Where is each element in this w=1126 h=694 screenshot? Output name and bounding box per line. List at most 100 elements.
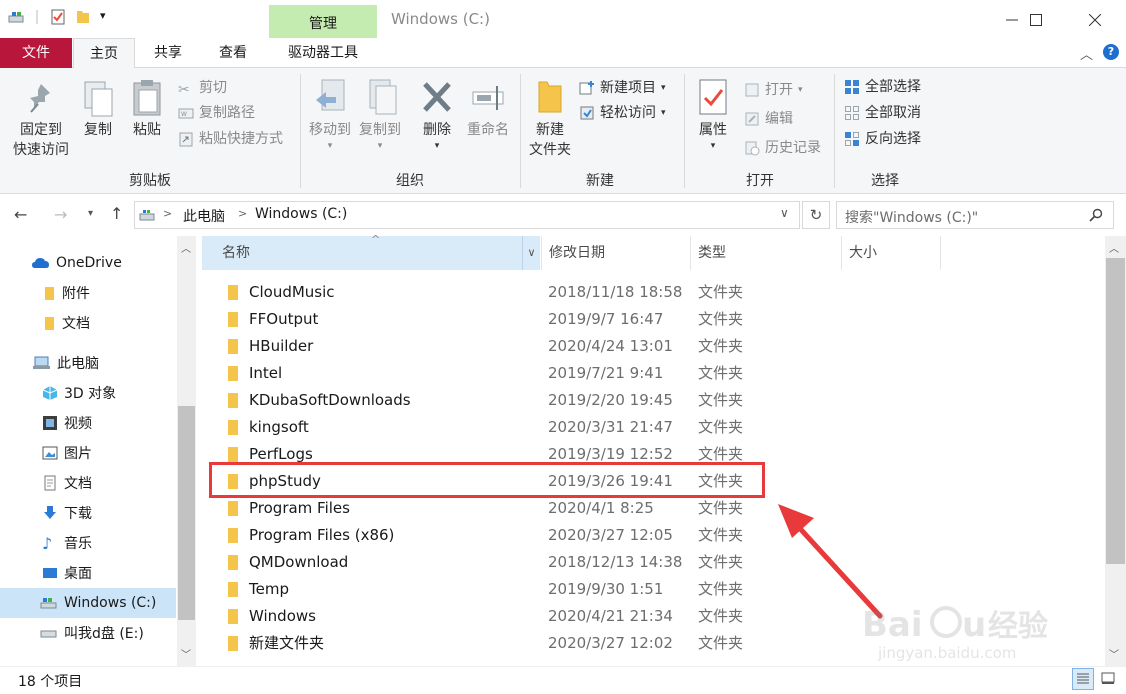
paste-shortcut-button[interactable]: 粘贴快捷方式 (178, 129, 283, 149)
nav-item-videos[interactable]: 视频 (0, 408, 176, 438)
properties-check-icon[interactable] (50, 9, 66, 25)
manage-context-tab[interactable]: 管理 (269, 5, 377, 38)
close-button[interactable] (1072, 6, 1118, 34)
scroll-up-icon[interactable]: ︿ (1109, 240, 1119, 255)
scroll-down-icon[interactable]: ﹀ (1109, 646, 1119, 661)
tab-home[interactable]: 主页 (73, 38, 135, 69)
column-filter-dropdown-icon[interactable]: ∨ (522, 236, 540, 270)
nav-item-documents[interactable]: 文档 (0, 468, 176, 498)
copy-button[interactable]: 复制 (78, 78, 118, 142)
details-view-button[interactable] (1072, 668, 1094, 690)
new-item-dropdown-icon: ▾ (661, 83, 666, 93)
drive-icon[interactable] (8, 9, 24, 25)
nav-item-label: 视频 (64, 416, 92, 432)
tab-share[interactable]: 共享 (145, 38, 191, 68)
breadcrumb-separator[interactable]: > (238, 207, 247, 220)
invert-selection-button[interactable]: 反向选择 (844, 129, 921, 149)
file-list-scrollbar-thumb[interactable] (1106, 258, 1125, 564)
address-dropdown-icon[interactable]: ∨ (780, 206, 789, 220)
file-row[interactable]: FFOutput 2019/9/7 16:47 文件夹 (212, 306, 1112, 333)
paste-button[interactable]: 粘贴 (127, 78, 167, 142)
properties-button[interactable]: 属性 ▾ (690, 78, 736, 162)
new-folder-icon (538, 81, 562, 113)
customize-qat-icon[interactable]: ▾ (100, 9, 106, 22)
file-row[interactable]: CloudMusic 2018/11/18 18:58 文件夹 (212, 279, 1112, 306)
nav-item-onedrive[interactable]: OneDrive (0, 248, 176, 278)
copy-to-button[interactable]: 复制到 ▾ (355, 78, 405, 162)
recent-locations-icon[interactable]: ▾ (88, 208, 93, 219)
drive-icon (40, 598, 57, 609)
paste-icon (133, 80, 161, 116)
ribbon-separator (684, 74, 685, 188)
scroll-up-icon[interactable]: ︿ (181, 240, 191, 255)
nav-scrollbar-thumb[interactable] (178, 406, 195, 620)
refresh-icon[interactable]: ↻ (802, 201, 830, 229)
delete-button[interactable]: 删除 ▾ (417, 78, 457, 162)
up-icon[interactable]: ↑ (110, 204, 123, 223)
new-item-button[interactable]: 新建项目 ▾ (579, 78, 666, 98)
nav-item-attachments[interactable]: 附件 (0, 278, 176, 308)
tab-file[interactable]: 文件 (0, 38, 72, 68)
tab-view[interactable]: 查看 (210, 38, 256, 68)
forward-icon[interactable]: → (54, 205, 67, 224)
column-header-size[interactable]: 大小 (841, 236, 941, 270)
svg-text:jingyan.baidu.com: jingyan.baidu.com (877, 644, 1016, 662)
search-icon[interactable] (1089, 208, 1103, 222)
rename-button[interactable]: 重命名 (463, 78, 513, 142)
nav-item-drive-e[interactable]: 叫我d盘 (E:) (0, 618, 176, 648)
search-box[interactable]: 搜索"Windows (C:)" (836, 201, 1114, 229)
breadcrumb-separator[interactable]: > (163, 207, 172, 220)
large-icons-view-button[interactable] (1098, 668, 1120, 690)
folder-icon (228, 636, 238, 651)
move-to-icon (316, 79, 345, 111)
select-all-button[interactable]: 全部选择 (844, 77, 921, 97)
history-button[interactable]: 历史记录 (744, 138, 821, 158)
file-row[interactable]: kingsoft 2020/3/31 21:47 文件夹 (212, 414, 1112, 441)
file-row[interactable]: Program Files (x86) 2020/3/27 12:05 文件夹 (212, 522, 1112, 549)
nav-item-label: 图片 (64, 446, 92, 462)
new-item-label: 新建项目 (600, 80, 656, 96)
back-icon[interactable]: ← (14, 205, 27, 224)
breadcrumb-windows-c[interactable]: Windows (C:) (255, 206, 347, 222)
move-to-button[interactable]: 移动到 ▾ (305, 78, 355, 162)
select-none-button[interactable]: 全部取消 (844, 103, 921, 123)
nav-item-documents-onedrive[interactable]: 文档 (0, 308, 176, 338)
address-bar[interactable]: > 此电脑 > Windows (C:) ∨ (134, 201, 800, 229)
easy-access-button[interactable]: 轻松访问 ▾ (579, 103, 666, 123)
new-folder-button[interactable]: 新建 文件夹 (525, 78, 575, 162)
column-header-date[interactable]: 修改日期 (541, 236, 689, 270)
cut-button[interactable]: ✂ 剪切 (178, 78, 227, 98)
collapse-ribbon-icon[interactable]: ︿ (1080, 44, 1093, 63)
pin-quick-access-button[interactable]: 固定到 快速访问 (10, 78, 72, 162)
edit-button[interactable]: 编辑 (744, 109, 793, 129)
search-placeholder[interactable]: 搜索"Windows (C:)" (845, 207, 978, 227)
column-header-type[interactable]: 类型 (690, 236, 840, 270)
folder-icon (228, 285, 238, 300)
nav-item-music[interactable]: ♪ 音乐 (0, 528, 176, 558)
nav-item-downloads[interactable]: 下载 (0, 498, 176, 528)
nav-item-desktop[interactable]: 桌面 (0, 558, 176, 588)
maximize-button[interactable] (1013, 6, 1059, 34)
file-row[interactable]: QMDownload 2018/12/13 14:38 文件夹 (212, 549, 1112, 576)
nav-item-this-pc[interactable]: 此电脑 (0, 348, 176, 378)
nav-item-3d-objects[interactable]: 3D 对象 (0, 378, 176, 408)
tab-drive-tools[interactable]: 驱动器工具 (270, 38, 376, 68)
file-row[interactable]: Program Files 2020/4/1 8:25 文件夹 (212, 495, 1112, 522)
file-row[interactable]: HBuilder 2020/4/24 13:01 文件夹 (212, 333, 1112, 360)
column-type-label: 类型 (698, 245, 726, 261)
nav-item-label: 此电脑 (57, 356, 99, 372)
folder-icon (228, 447, 238, 462)
nav-item-windows-c[interactable]: Windows (C:) (0, 588, 176, 618)
breadcrumb-this-pc[interactable]: 此电脑 (183, 206, 225, 226)
help-icon[interactable]: ? (1103, 44, 1119, 60)
maximize-icon (1030, 14, 1042, 26)
history-icon (745, 141, 760, 156)
history-label: 历史记录 (765, 140, 821, 156)
scroll-down-icon[interactable]: ﹀ (181, 646, 191, 661)
nav-item-pictures[interactable]: 图片 (0, 438, 176, 468)
file-row[interactable]: Intel 2019/7/21 9:41 文件夹 (212, 360, 1112, 387)
new-folder-icon[interactable] (75, 9, 91, 25)
copy-path-button[interactable]: W 复制路径 (178, 103, 255, 123)
open-button[interactable]: 打开 ▾ (744, 80, 803, 100)
file-row[interactable]: KDubaSoftDownloads 2019/2/20 19:45 文件夹 (212, 387, 1112, 414)
